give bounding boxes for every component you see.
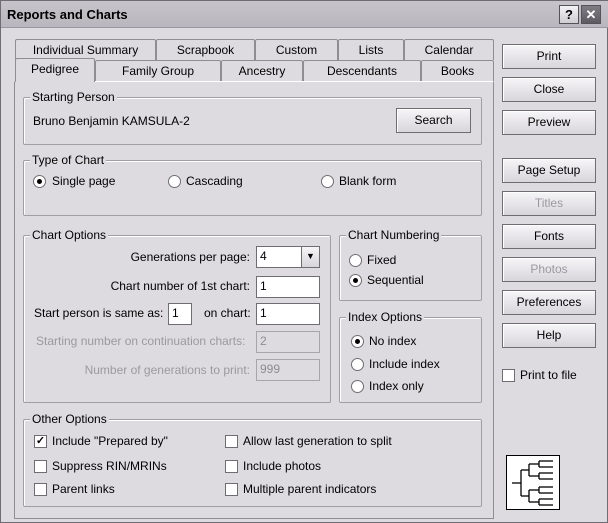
chart-numbering-group: Chart Numbering Fixed Sequential (339, 228, 482, 301)
tab-custom[interactable]: Custom (255, 39, 338, 60)
print-to-file-checkbox[interactable] (502, 369, 515, 382)
starting-person-legend: Starting Person (30, 90, 117, 104)
tab-lists[interactable]: Lists (338, 39, 404, 60)
parent-links-label: Parent links (52, 482, 115, 496)
photos-button: Photos (502, 257, 596, 282)
tab-books[interactable]: Books (421, 60, 494, 81)
window-title: Reports and Charts (7, 7, 128, 22)
type-of-chart-legend: Type of Chart (30, 153, 107, 167)
suppress-rin-checkbox[interactable] (34, 460, 47, 473)
include-photos-label: Include photos (243, 459, 322, 473)
generations-per-page-label: Generations per page: (130, 250, 250, 264)
radio-cascading[interactable] (168, 175, 181, 188)
blank-form-label: Blank form (339, 174, 397, 188)
tab-pedigree[interactable]: Pedigree (15, 58, 95, 82)
fixed-label: Fixed (367, 253, 397, 267)
chart-options-legend: Chart Options (30, 228, 109, 242)
radio-fixed[interactable] (349, 254, 362, 267)
generations-to-print-input: 999 (256, 359, 320, 381)
suppress-rin-label: Suppress RIN/MRINs (52, 459, 167, 473)
other-options-group: Other Options ✓ Include "Prepared by" Su… (23, 412, 482, 507)
radio-sequential[interactable] (349, 274, 362, 287)
on-chart-label: on chart: (204, 306, 251, 320)
page-setup-button[interactable]: Page Setup (502, 158, 596, 183)
radio-index-only[interactable] (351, 380, 364, 393)
radio-no-index[interactable] (351, 335, 364, 348)
help-button[interactable]: Help (502, 323, 596, 348)
fonts-button[interactable]: Fonts (502, 224, 596, 249)
include-prepared-by-label: Include "Prepared by" (52, 434, 168, 448)
generations-to-print-label: Number of generations to print: (84, 363, 250, 377)
search-button[interactable]: Search (396, 108, 471, 133)
multiple-parent-label: Multiple parent indicators (243, 482, 377, 496)
allow-split-checkbox[interactable] (225, 435, 238, 448)
other-options-legend: Other Options (30, 412, 109, 426)
index-only-label: Index only (369, 379, 424, 393)
single-page-label: Single page (52, 174, 116, 188)
print-to-file-label: Print to file (520, 368, 577, 382)
generations-per-page-select[interactable]: 4 ▼ (256, 246, 320, 268)
tab-family-group[interactable]: Family Group (95, 60, 221, 81)
radio-include-index[interactable] (351, 358, 364, 371)
cascading-label: Cascading (186, 174, 243, 188)
help-title-button[interactable]: ? (559, 5, 579, 24)
allow-split-label: Allow last generation to split (243, 434, 392, 448)
start-person-same-label: Start person is same as: (34, 306, 164, 320)
reports-and-charts-window: Reports and Charts ? ✕ Individual Summar… (0, 0, 608, 523)
start-person-same-input[interactable]: 1 (168, 303, 192, 325)
print-button[interactable]: Print (502, 44, 596, 69)
include-prepared-by-checkbox[interactable]: ✓ (34, 435, 47, 448)
tab-calendar[interactable]: Calendar (404, 39, 494, 60)
first-chart-number-input[interactable]: 1 (256, 276, 320, 298)
on-chart-input[interactable]: 1 (256, 303, 320, 325)
no-index-label: No index (369, 334, 417, 348)
include-photos-checkbox[interactable] (225, 460, 238, 473)
include-index-label: Include index (369, 357, 440, 371)
tab-individual-summary[interactable]: Individual Summary (15, 39, 156, 60)
pedigree-chart-svg (512, 460, 553, 506)
chart-numbering-legend: Chart Numbering (346, 228, 442, 242)
tab-ancestry[interactable]: Ancestry (221, 60, 303, 81)
pedigree-chart-icon (506, 455, 560, 510)
chart-options-group: Chart Options Generations per page: 4 ▼ … (23, 228, 331, 403)
radio-single-page[interactable] (33, 175, 46, 188)
chevron-down-icon[interactable]: ▼ (301, 247, 319, 267)
continuation-charts-label: Starting number on continuation charts: (36, 334, 246, 348)
multiple-parent-checkbox[interactable] (225, 483, 238, 496)
index-options-legend: Index Options (346, 310, 425, 324)
close-title-button[interactable]: ✕ (581, 5, 601, 24)
index-options-group: Index Options No index Include index Ind… (339, 310, 482, 403)
parent-links-checkbox[interactable] (34, 483, 47, 496)
first-chart-label: Chart number of 1st chart: (110, 279, 250, 293)
radio-blank-form[interactable] (321, 175, 334, 188)
starting-person-name: Bruno Benjamin KAMSULA-2 (33, 114, 190, 128)
title-bar: Reports and Charts ? ✕ (1, 1, 608, 28)
preview-button[interactable]: Preview (502, 110, 596, 135)
continuation-number-input: 2 (256, 331, 320, 353)
sequential-label: Sequential (367, 273, 424, 287)
titles-button: Titles (502, 191, 596, 216)
tab-scrapbook[interactable]: Scrapbook (156, 39, 255, 60)
tab-descendants[interactable]: Descendants (303, 60, 421, 81)
generations-value: 4 (260, 249, 267, 263)
preferences-button[interactable]: Preferences (502, 290, 596, 315)
starting-person-group: Starting Person Bruno Benjamin KAMSULA-2… (23, 90, 482, 145)
type-of-chart-group: Type of Chart Single page Cascading Blan… (23, 153, 482, 216)
close-button[interactable]: Close (502, 77, 596, 102)
